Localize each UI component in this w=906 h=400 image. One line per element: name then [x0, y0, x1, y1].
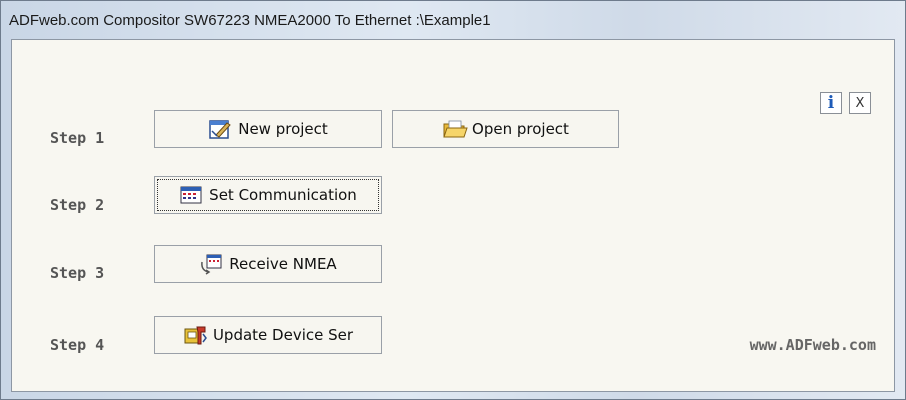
step-3-label: Step 3	[50, 264, 105, 282]
update-device-label: Update Device Ser	[212, 326, 354, 344]
settings-window-icon	[179, 184, 203, 206]
set-communication-button[interactable]: Set Communication	[154, 176, 382, 214]
new-project-label: New project	[238, 120, 328, 138]
step-1-label: Step 1	[50, 129, 105, 147]
close-button[interactable]: X	[849, 92, 871, 114]
close-icon: X	[855, 95, 865, 111]
info-button[interactable]: i	[820, 92, 842, 114]
info-icon: i	[827, 93, 835, 113]
app-window: ADFweb.com Compositor SW67223 NMEA2000 T…	[0, 0, 906, 400]
update-device-button[interactable]: Update Device Ser	[154, 316, 382, 354]
step-2-label: Step 2	[50, 196, 105, 214]
website-link[interactable]: www.ADFweb.com	[750, 336, 876, 354]
folder-open-icon	[442, 118, 468, 140]
new-project-icon	[208, 118, 232, 140]
window-title: ADFweb.com Compositor SW67223 NMEA2000 T…	[9, 11, 491, 29]
title-bar[interactable]: ADFweb.com Compositor SW67223 NMEA2000 T…	[1, 1, 905, 39]
update-device-icon	[183, 324, 207, 346]
set-communication-label: Set Communication	[209, 186, 357, 204]
new-project-button[interactable]: New project	[154, 110, 382, 148]
step-4-label: Step 4	[50, 336, 105, 354]
receive-icon	[199, 253, 223, 275]
open-project-label: Open project	[472, 120, 569, 138]
receive-nmea-button[interactable]: Receive NMEA	[154, 245, 382, 283]
main-panel: i X Step 1 New project Open project Step…	[11, 39, 895, 392]
receive-nmea-label: Receive NMEA	[229, 255, 337, 273]
open-project-button[interactable]: Open project	[392, 110, 619, 148]
